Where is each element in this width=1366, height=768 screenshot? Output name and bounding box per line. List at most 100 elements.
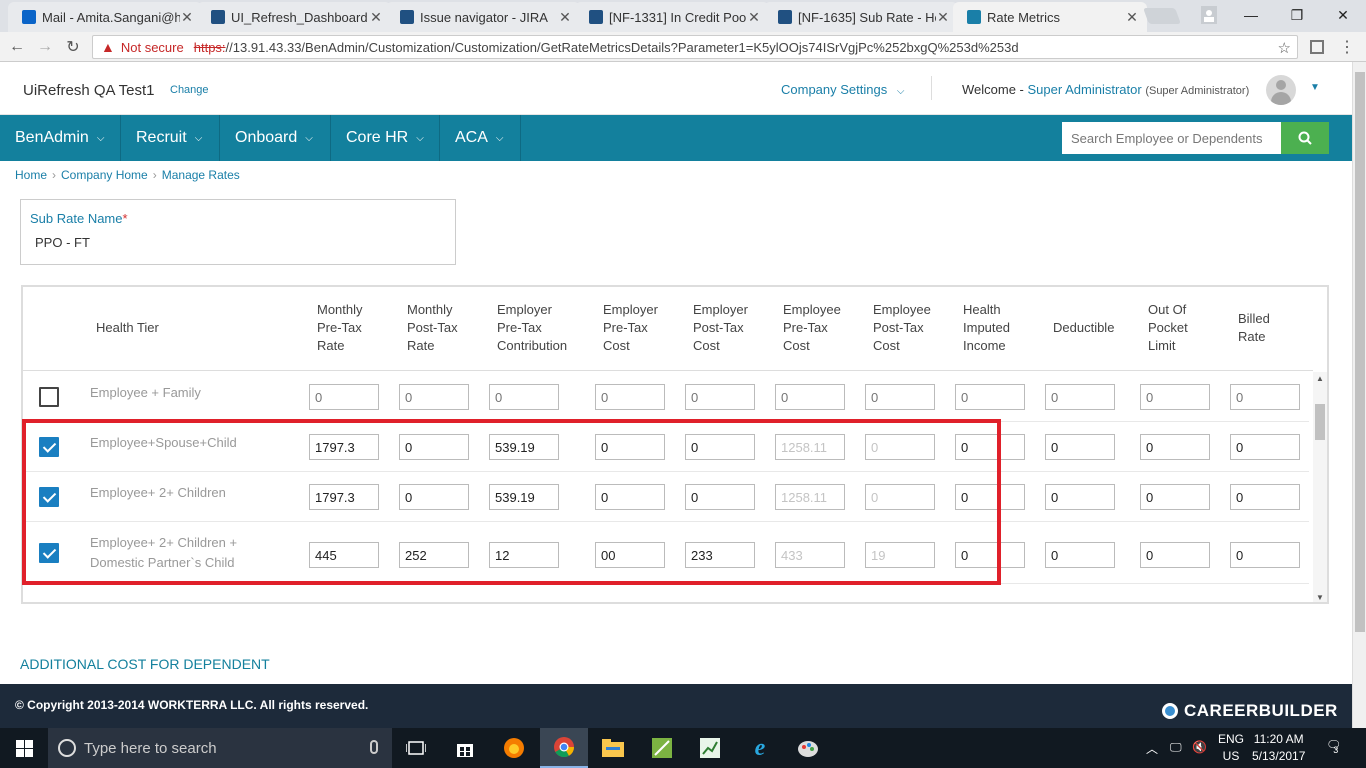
browser-tab[interactable]: [NF-1635] Sub Rate - He ✕	[764, 2, 958, 32]
rate-input[interactable]	[1140, 484, 1210, 510]
rate-input[interactable]	[1045, 542, 1115, 568]
close-tab-icon[interactable]: ✕	[747, 9, 761, 26]
row-checkbox[interactable]	[39, 437, 59, 457]
rate-input[interactable]	[309, 542, 379, 568]
rate-input[interactable]	[1140, 384, 1210, 410]
page-scrollbar[interactable]	[1352, 62, 1366, 728]
close-tab-icon[interactable]: ✕	[936, 9, 950, 26]
rate-input[interactable]	[595, 484, 665, 510]
profile-icon[interactable]	[1186, 0, 1232, 30]
rate-input[interactable]	[865, 484, 935, 510]
rate-input[interactable]	[1045, 384, 1115, 410]
rate-input[interactable]	[1230, 484, 1300, 510]
language-indicator[interactable]: ENG US	[1218, 731, 1244, 765]
paint-icon[interactable]	[784, 728, 832, 768]
employee-search-input[interactable]	[1062, 122, 1281, 154]
additional-cost-link[interactable]: ADDITIONAL COST FOR DEPENDENT	[20, 656, 270, 672]
rate-input[interactable]	[685, 542, 755, 568]
close-tab-icon[interactable]: ✕	[369, 9, 383, 26]
reload-icon[interactable]: ↻	[62, 36, 84, 58]
windows-start-icon[interactable]	[16, 740, 33, 757]
rate-input[interactable]	[1140, 434, 1210, 460]
rate-input[interactable]	[309, 484, 379, 510]
rate-input[interactable]	[399, 384, 469, 410]
store-icon[interactable]	[441, 728, 489, 768]
close-tab-icon[interactable]: ✕	[1125, 9, 1139, 26]
rate-input[interactable]	[489, 542, 559, 568]
breadcrumb-manage-rates[interactable]: Manage Rates	[162, 168, 240, 182]
nav-item-benadmin[interactable]: BenAdmin ⌵	[0, 115, 121, 161]
rate-input[interactable]	[685, 434, 755, 460]
rate-input[interactable]	[399, 542, 469, 568]
browser-tab[interactable]: UI_Refresh_Dashboard - ✕	[197, 2, 391, 32]
nav-item-onboard[interactable]: Onboard ⌵	[220, 115, 331, 161]
rate-input[interactable]	[595, 384, 665, 410]
rate-input[interactable]	[775, 542, 845, 568]
rate-input[interactable]	[1230, 434, 1300, 460]
chrome-icon[interactable]	[540, 728, 588, 768]
volume-muted-icon[interactable]: 🔇	[1192, 740, 1207, 754]
rate-input[interactable]	[775, 384, 845, 410]
rate-input[interactable]	[775, 434, 845, 460]
grid-body[interactable]: Employee + Family Employee+Spouse+Child Em…	[23, 372, 1313, 602]
rate-input[interactable]	[399, 484, 469, 510]
rate-input[interactable]	[309, 384, 379, 410]
rate-input[interactable]	[595, 434, 665, 460]
forward-icon[interactable]: →	[34, 36, 56, 58]
minimize-button[interactable]: —	[1228, 0, 1274, 30]
rate-input[interactable]	[1230, 384, 1300, 410]
bookmark-star-icon[interactable]: ☆	[1278, 39, 1291, 57]
browser-tab[interactable]: Mail - Amita.Sangani@h ✕	[8, 2, 202, 32]
rate-input[interactable]	[685, 484, 755, 510]
rate-input[interactable]	[955, 434, 1025, 460]
new-tab-button[interactable]	[1143, 8, 1181, 24]
avatar[interactable]	[1266, 75, 1296, 105]
rate-input[interactable]	[1045, 484, 1115, 510]
rate-input[interactable]	[595, 542, 665, 568]
scroll-down-icon[interactable]: ▼	[1316, 593, 1324, 602]
scroll-up-icon[interactable]: ▲	[1316, 374, 1324, 383]
breadcrumb-home[interactable]: Home	[15, 168, 47, 182]
row-checkbox[interactable]	[39, 487, 59, 507]
close-tab-icon[interactable]: ✕	[558, 9, 572, 26]
microphone-icon[interactable]	[370, 740, 378, 754]
rate-input[interactable]	[865, 434, 935, 460]
user-menu-caret-icon[interactable]: ▼	[1310, 82, 1320, 93]
rate-input[interactable]	[865, 542, 935, 568]
rate-input[interactable]	[865, 384, 935, 410]
user-name-link[interactable]: Super Administrator	[1028, 82, 1142, 97]
rate-input[interactable]	[1045, 434, 1115, 460]
rate-input[interactable]	[1230, 542, 1300, 568]
taskbar-search[interactable]: Type here to search	[48, 728, 392, 768]
rate-input[interactable]	[489, 384, 559, 410]
rate-input[interactable]	[1140, 542, 1210, 568]
row-checkbox[interactable]	[39, 543, 59, 563]
rate-input[interactable]	[775, 484, 845, 510]
change-company-link[interactable]: Change	[170, 84, 209, 96]
rate-input[interactable]	[489, 484, 559, 510]
close-window-button[interactable]: ✕	[1320, 0, 1366, 30]
url-field[interactable]: ▲ Not secure https: //13.91.43.33/BenAdm…	[92, 35, 1298, 59]
search-button[interactable]	[1281, 122, 1329, 154]
grid-scrollbar[interactable]: ▲ ▼	[1313, 372, 1327, 602]
row-checkbox[interactable]	[39, 387, 59, 407]
notification-icon[interactable]: 🗨3	[1326, 738, 1346, 755]
rate-input[interactable]	[955, 542, 1025, 568]
network-icon[interactable]: 🖵	[1170, 740, 1182, 755]
file-explorer-icon[interactable]	[589, 728, 637, 768]
rate-input[interactable]	[955, 484, 1025, 510]
task-view-icon[interactable]	[392, 728, 440, 768]
internet-explorer-icon[interactable]: e	[736, 728, 784, 768]
firefox-icon[interactable]	[490, 728, 538, 768]
clock[interactable]: 11:20 AM 5/13/2017	[1252, 731, 1305, 765]
app-grid-icon[interactable]	[638, 728, 686, 768]
browser-tab[interactable]: [NF-1331] In Credit Poo ✕	[575, 2, 769, 32]
close-tab-icon[interactable]: ✕	[180, 9, 194, 26]
menu-dots-icon[interactable]: ⋮	[1336, 36, 1358, 58]
rate-input[interactable]	[685, 384, 755, 410]
rate-input[interactable]	[309, 434, 379, 460]
restore-button[interactable]: ❐	[1274, 0, 1320, 30]
back-icon[interactable]: ←	[6, 36, 28, 58]
extension-icon[interactable]	[1306, 36, 1328, 58]
browser-tab[interactable]: Issue navigator - JIRA ✕	[386, 2, 580, 32]
